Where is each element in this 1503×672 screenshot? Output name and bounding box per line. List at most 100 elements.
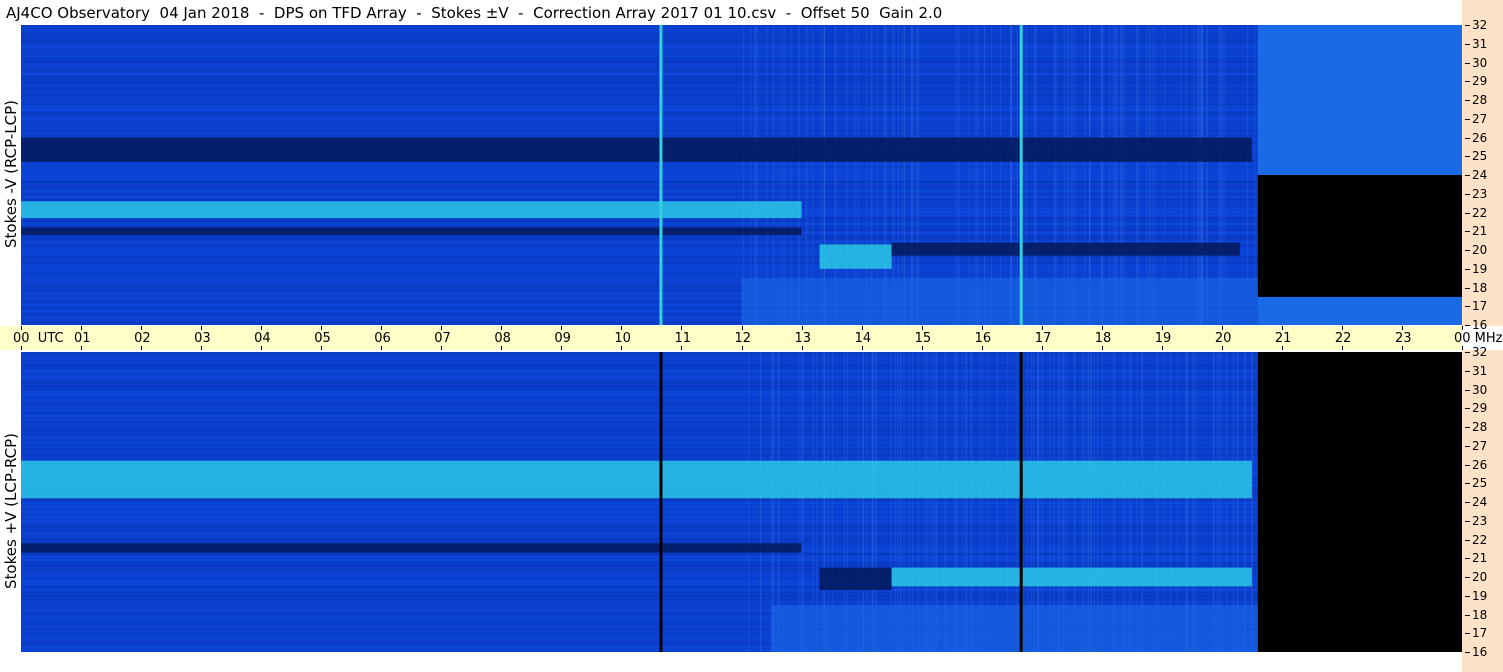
- mhz-tick-label: 24: [1472, 168, 1488, 182]
- utc-tick: [1462, 326, 1463, 330]
- mhz-tick: [1465, 118, 1470, 120]
- channel-texture: [21, 454, 1258, 456]
- channel-texture: [21, 499, 1258, 501]
- mhz-tick-label: 19: [1472, 261, 1488, 276]
- utc-tick: [141, 346, 143, 350]
- emission-band: [819, 244, 892, 269]
- utc-tick: [1281, 346, 1283, 350]
- channel-texture: [21, 538, 1258, 540]
- channel-texture: [21, 361, 1258, 363]
- utc-tick: [1041, 346, 1043, 350]
- utc-tick-label: 10: [614, 331, 631, 346]
- channel-texture: [21, 421, 1258, 423]
- utc-tick-label: 00 UTC: [13, 331, 64, 346]
- utc-tick: [501, 326, 503, 330]
- mhz-tick: [1465, 633, 1470, 635]
- channel-texture: [21, 517, 1258, 519]
- mhz-tick-label: 23: [1472, 513, 1488, 528]
- utc-time-axis: 00 UTC 01 02 03 04 05 06 07 08 09 10 11 12 13 14 15 16 17…: [0, 326, 1503, 350]
- emission-band: [21, 201, 802, 219]
- channel-texture: [21, 601, 1258, 603]
- utc-tick-label: 15: [914, 331, 932, 346]
- channel-texture: [21, 595, 1258, 597]
- utc-tick-label: 02: [134, 331, 151, 346]
- mhz-tick: [1465, 43, 1470, 45]
- channel-texture: [21, 553, 1258, 555]
- utc-tick-label: 18: [1094, 331, 1112, 346]
- utc-tick: [981, 346, 983, 350]
- utc-tick: [621, 326, 623, 330]
- mhz-tick-label: 23: [1472, 186, 1488, 201]
- mhz-tick: [1465, 250, 1470, 251]
- frequency-axis-bottom: 32 31 30 29 28 27 26 25 24 23 22 21 20 19 18 17 16: [1462, 346, 1503, 672]
- channel-texture: [21, 526, 1258, 528]
- mhz-tick-label: 27: [1472, 111, 1488, 126]
- channel-texture: [21, 529, 1258, 531]
- mhz-tick: [1465, 464, 1470, 466]
- mhz-tick-label: 19: [1472, 588, 1488, 603]
- channel-texture: [21, 358, 1258, 360]
- utc-tick: [921, 326, 923, 330]
- utc-tick-label: 07: [434, 331, 451, 346]
- mhz-tick: [1465, 325, 1470, 326]
- channel-texture: [21, 373, 1258, 375]
- mhz-tick: [1465, 287, 1470, 289]
- utc-tick-label: 03: [194, 331, 211, 346]
- no-data-region: [1257, 25, 1462, 175]
- channel-texture: [21, 364, 1258, 366]
- channel-texture: [21, 415, 1258, 417]
- utc-tick: [81, 346, 83, 350]
- utc-tick: [1341, 346, 1343, 350]
- mhz-tick-label: 30: [1472, 55, 1488, 70]
- channel-texture: [21, 514, 1258, 516]
- mhz-tick: [1465, 25, 1470, 26]
- channel-texture: [21, 409, 1258, 411]
- channel-texture: [21, 412, 1258, 414]
- utc-tick-label: 09: [554, 331, 571, 346]
- mhz-tick-label: 28: [1472, 93, 1488, 107]
- channel-texture: [21, 430, 1258, 432]
- utc-tick: [1161, 326, 1163, 330]
- utc-tick-label: 20: [1214, 331, 1232, 346]
- channel-texture: [21, 367, 1258, 369]
- channel-texture: [21, 520, 1258, 522]
- mhz-tick-label: 22: [1472, 205, 1488, 220]
- mhz-tick: [1465, 483, 1470, 485]
- utc-tick: [561, 326, 563, 330]
- utc-tick-label: 23: [1394, 331, 1412, 346]
- emission-band: [21, 543, 802, 553]
- utc-tick: [681, 326, 683, 330]
- mhz-tick-label: 31: [1472, 363, 1488, 378]
- utc-tick: [81, 326, 83, 330]
- utc-tick: [1401, 326, 1403, 330]
- channel-texture: [21, 508, 1258, 510]
- utc-tick: [1101, 326, 1103, 330]
- emission-band: [891, 567, 1252, 587]
- channel-texture: [21, 457, 1258, 459]
- utc-tick: [261, 346, 263, 350]
- spectrogram-bottom: [21, 352, 1462, 652]
- mhz-tick: [1465, 614, 1470, 616]
- utc-tick: [561, 346, 563, 350]
- mhz-tick: [1465, 595, 1470, 597]
- utc-tick-label: 19: [1154, 331, 1172, 346]
- mhz-tick-label: 32: [1472, 18, 1488, 32]
- spectrogram-top: [21, 25, 1462, 325]
- channel-texture: [21, 556, 1258, 558]
- utc-tick: [1101, 346, 1103, 350]
- emission-band: [891, 242, 1240, 256]
- channel-texture: [21, 427, 1258, 429]
- utc-tick: [1221, 326, 1223, 330]
- mhz-tick: [1465, 231, 1470, 233]
- mhz-tick: [1465, 62, 1470, 64]
- mhz-tick-label: 22: [1472, 532, 1488, 547]
- utc-tick: [21, 346, 22, 350]
- mhz-tick-label: 21: [1472, 551, 1488, 566]
- mhz-tick-label: 29: [1472, 401, 1488, 416]
- channel-texture: [21, 382, 1258, 384]
- channel-texture: [21, 424, 1258, 426]
- mhz-tick-label: 28: [1472, 420, 1488, 434]
- mhz-tick-label: 20: [1472, 243, 1488, 257]
- mhz-tick: [1465, 100, 1470, 101]
- mhz-tick: [1465, 652, 1470, 653]
